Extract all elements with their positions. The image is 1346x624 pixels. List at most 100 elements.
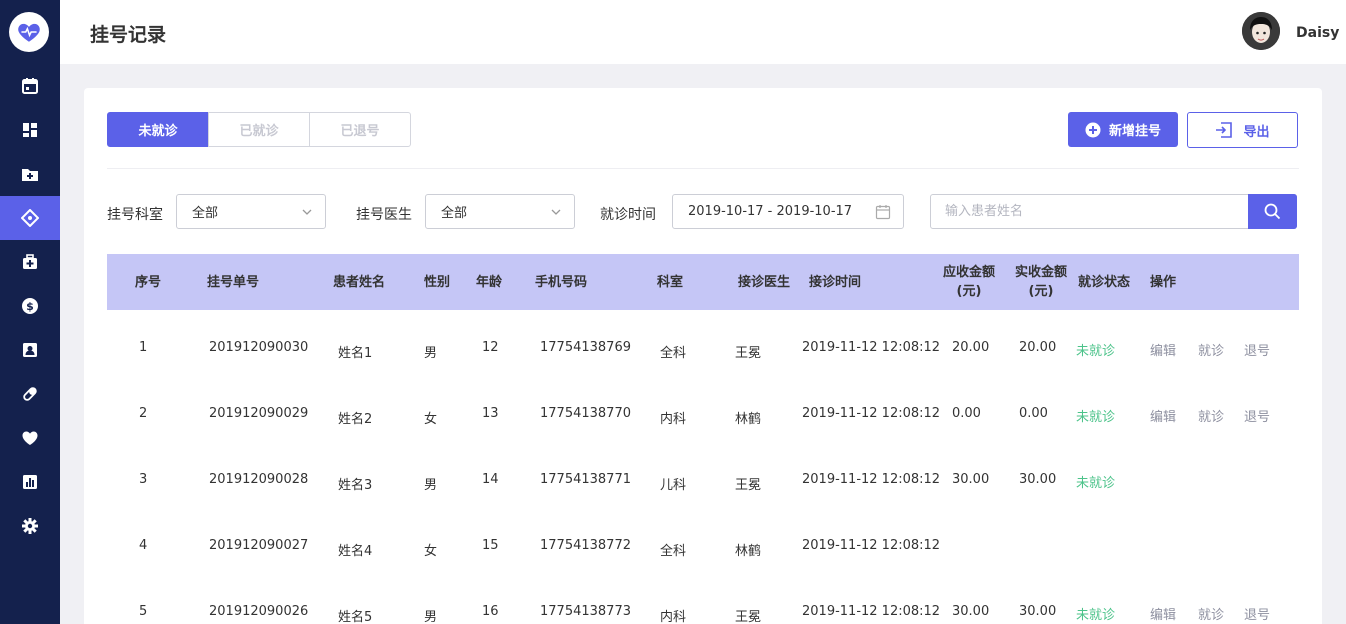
cell-reg-no: 201912090030 — [209, 340, 309, 355]
sidebar-item-folder[interactable] — [0, 152, 60, 196]
cell-time: 2019-11-12 12:08:12 — [802, 604, 941, 619]
cell-phone: 17754138772 — [540, 538, 631, 553]
table-row: 3 201912090028 姓名3 男 14 17754138771 儿科 王… — [107, 446, 1299, 512]
cell-gender: 男 — [424, 346, 438, 361]
cell-status: 未就诊 — [1076, 476, 1116, 491]
sidebar-item-registration[interactable] — [0, 196, 60, 240]
divider — [107, 168, 1299, 169]
cell-paid: 30.00 — [1019, 472, 1057, 487]
col-actions: 操作 — [1150, 275, 1177, 290]
cell-gender: 女 — [424, 412, 438, 427]
calendar-icon — [875, 205, 891, 220]
cancel-link[interactable]: 退号 — [1244, 406, 1270, 425]
col-doctor: 接诊医生 — [738, 275, 791, 290]
contact-card-icon — [23, 343, 37, 357]
sidebar-item-favorites[interactable] — [0, 416, 60, 460]
sidebar-item-settings[interactable] — [0, 504, 60, 548]
table-row: 2 201912090029 姓名2 女 13 17754138770 内科 林… — [107, 380, 1299, 446]
cell-name: 姓名1 — [338, 346, 373, 361]
table-row: 5 201912090026 姓名5 男 16 17754138773 内科 王… — [107, 578, 1299, 624]
cell-no: 2 — [139, 406, 148, 421]
doctor-select[interactable]: 全部 — [425, 194, 575, 229]
cell-doctor: 王冕 — [735, 346, 762, 361]
cell-age: 12 — [482, 340, 499, 355]
dept-select[interactable]: 全部 — [176, 194, 326, 229]
calendar-icon — [22, 78, 38, 94]
visit-link[interactable]: 就诊 — [1198, 406, 1224, 425]
edit-link[interactable]: 编辑 — [1150, 340, 1176, 359]
tab-visited[interactable]: 已就诊 — [208, 112, 310, 147]
col-dept: 科室 — [657, 275, 684, 290]
cell-name: 姓名5 — [338, 610, 373, 624]
dollar-icon: $ — [22, 298, 38, 314]
cell-due: 30.00 — [952, 472, 990, 487]
col-time: 接诊时间 — [809, 275, 862, 290]
user-avatar-icon — [1242, 12, 1280, 50]
search-button[interactable] — [1248, 194, 1297, 229]
cell-due: 30.00 — [952, 604, 990, 619]
cell-no: 1 — [139, 340, 148, 355]
edit-link[interactable]: 编辑 — [1150, 604, 1176, 623]
sidebar-item-pharmacy[interactable] — [0, 372, 60, 416]
export-button[interactable]: 导出 — [1187, 112, 1298, 148]
content-card: 未就诊 已就诊 已退号 新增挂号 导出 挂号科室 全部 挂号医生 全部 就诊时间… — [84, 88, 1322, 624]
heart-icon — [22, 431, 38, 445]
cell-doctor: 王冕 — [735, 610, 762, 624]
date-range-value: 2019-10-17 - 2019-10-17 — [688, 204, 853, 219]
sidebar-item-reports[interactable] — [0, 460, 60, 504]
patient-search-input[interactable] — [931, 195, 1231, 228]
sidebar-item-calendar[interactable] — [0, 64, 60, 108]
cell-status: 未就诊 — [1076, 344, 1116, 359]
diamond-nav-icon — [21, 209, 39, 227]
col-due-amount: 应收金额 (元) — [942, 265, 995, 299]
table-row: 1 201912090030 姓名1 男 12 17754138769 全科 王… — [107, 314, 1299, 380]
date-range-picker[interactable]: 2019-10-17 - 2019-10-17 — [672, 194, 904, 229]
cell-reg-no: 201912090029 — [209, 406, 309, 421]
cell-time: 2019-11-12 12:08:12 — [802, 538, 941, 553]
status-tabs: 未就诊 已就诊 已退号 — [107, 112, 411, 147]
cell-time: 2019-11-12 12:08:12 — [802, 472, 941, 487]
export-icon — [1216, 122, 1233, 138]
time-filter-label: 就诊时间 — [600, 207, 656, 223]
edit-link[interactable]: 编辑 — [1150, 406, 1176, 425]
col-no: 序号 — [135, 275, 162, 290]
dept-select-value: 全部 — [192, 206, 219, 221]
tab-cancelled[interactable]: 已退号 — [309, 112, 411, 147]
cell-no: 5 — [139, 604, 148, 619]
chevron-down-icon — [551, 209, 561, 215]
pill-icon — [23, 387, 37, 401]
cell-dept: 儿科 — [660, 478, 687, 493]
add-registration-button[interactable]: 新增挂号 — [1068, 112, 1178, 147]
bar-chart-icon — [23, 475, 37, 489]
visit-link[interactable]: 就诊 — [1198, 604, 1224, 623]
patient-search — [930, 194, 1297, 229]
cell-phone: 17754138771 — [540, 472, 631, 487]
cell-status: 未就诊 — [1076, 608, 1116, 623]
app-logo[interactable] — [9, 12, 49, 52]
cell-age: 14 — [482, 472, 499, 487]
cell-name: 姓名3 — [338, 478, 373, 493]
dept-filter-label: 挂号科室 — [107, 207, 163, 223]
doctor-filter-label: 挂号医生 — [356, 207, 412, 223]
tab-not-visited[interactable]: 未就诊 — [107, 112, 209, 147]
cell-status: 未就诊 — [1076, 410, 1116, 425]
table-header: 序号 挂号单号 患者姓名 性别 年龄 手机号码 科室 接诊医生 接诊时间 应收金… — [107, 254, 1299, 310]
heart-pulse-logo-icon — [18, 23, 40, 42]
cancel-link[interactable]: 退号 — [1244, 340, 1270, 359]
avatar[interactable] — [1242, 12, 1280, 50]
cell-age: 16 — [482, 604, 499, 619]
col-patient-name: 患者姓名 — [333, 275, 386, 290]
cell-name: 姓名2 — [338, 412, 373, 427]
cell-paid: 0.00 — [1019, 406, 1048, 421]
add-registration-label: 新增挂号 — [1108, 124, 1161, 139]
visit-link[interactable]: 就诊 — [1198, 340, 1224, 359]
doctor-select-value: 全部 — [441, 206, 468, 221]
cancel-link[interactable]: 退号 — [1244, 604, 1270, 623]
sidebar-item-dashboard[interactable] — [0, 108, 60, 152]
svg-text:$: $ — [26, 300, 34, 313]
sidebar-item-contacts[interactable] — [0, 328, 60, 372]
sidebar-item-finance[interactable]: $ — [0, 284, 60, 328]
username[interactable]: Daisy — [1296, 25, 1339, 41]
cell-phone: 17754138773 — [540, 604, 631, 619]
sidebar-item-medical[interactable] — [0, 240, 60, 284]
